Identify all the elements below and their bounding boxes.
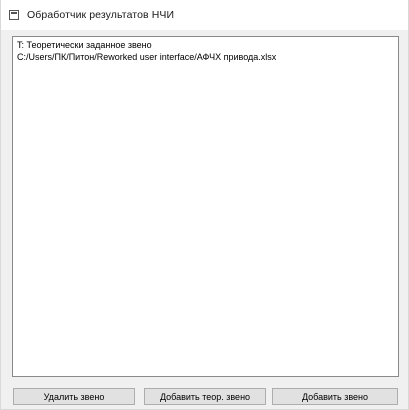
add-link-button[interactable]: Добавить звено bbox=[272, 388, 398, 405]
button-bar: Удалить звено Добавить теор. звено Добав… bbox=[13, 388, 399, 405]
title-bar[interactable]: Обработчик результатов НЧИ bbox=[1, 0, 408, 30]
list-item[interactable]: C:/Users/ПК/Питон/Reworked user interfac… bbox=[17, 52, 394, 64]
list-item[interactable]: T: Теоретически заданное звено bbox=[17, 40, 394, 52]
delete-link-button[interactable]: Удалить звено bbox=[13, 388, 135, 405]
add-theoretical-link-button[interactable]: Добавить теор. звено bbox=[144, 388, 266, 405]
window-title: Обработчик результатов НЧИ bbox=[27, 9, 175, 21]
links-listbox[interactable]: T: Теоретически заданное звено C:/Users/… bbox=[12, 36, 399, 377]
main-window: Обработчик результатов НЧИ T: Теоретичес… bbox=[0, 0, 409, 410]
app-window-icon bbox=[9, 10, 19, 20]
